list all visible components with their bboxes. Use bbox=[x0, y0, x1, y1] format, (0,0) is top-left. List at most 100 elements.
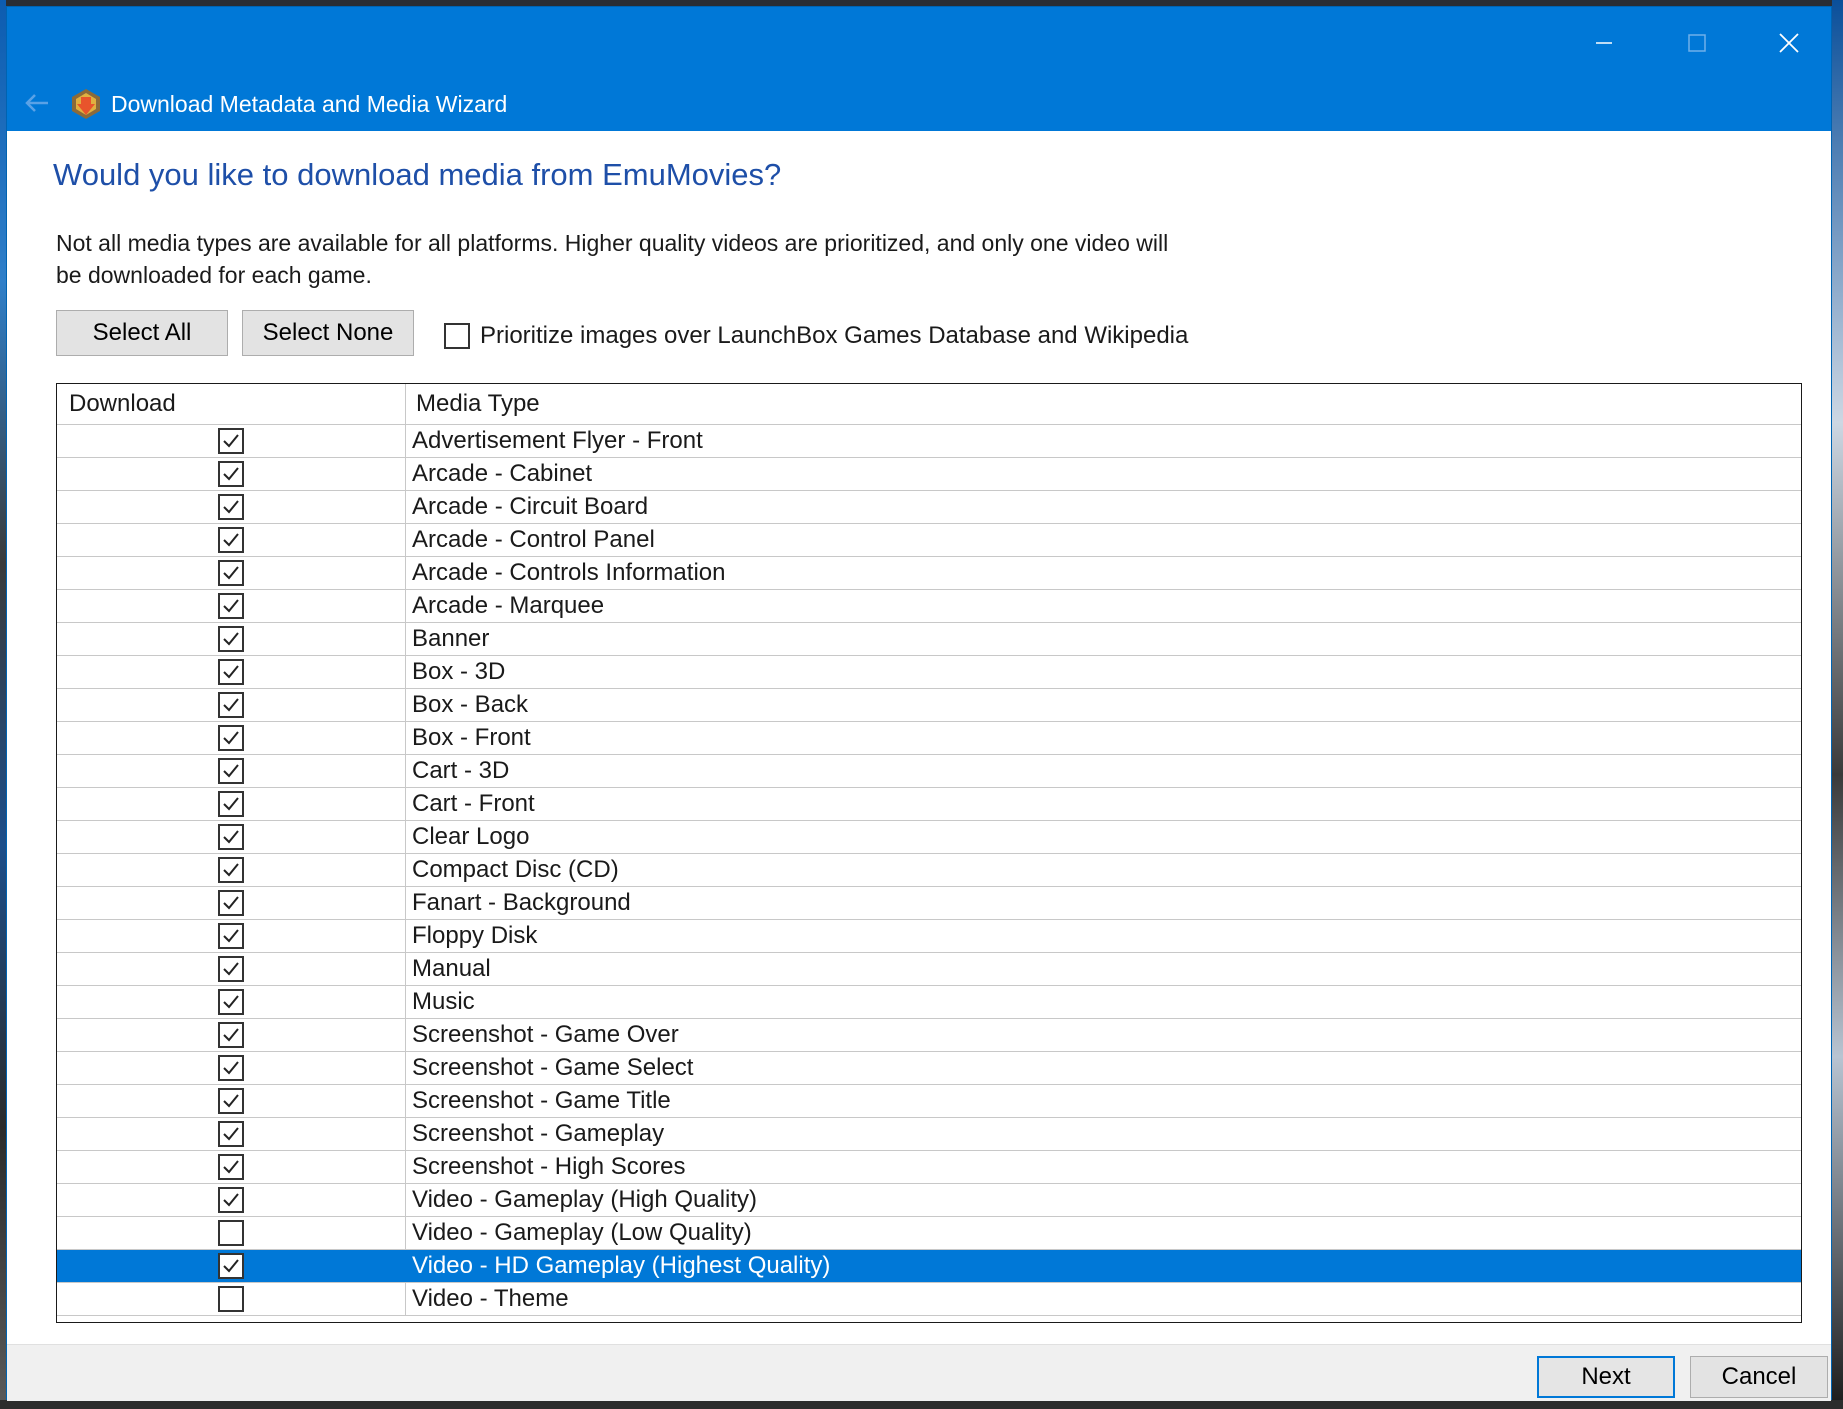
checkmark-icon bbox=[223, 698, 239, 712]
download-checkbox[interactable] bbox=[218, 758, 244, 784]
close-button[interactable] bbox=[1753, 17, 1825, 69]
table-row[interactable]: Video - Theme bbox=[57, 1283, 1801, 1316]
download-cell bbox=[57, 755, 406, 787]
select-all-button[interactable]: Select All bbox=[56, 310, 228, 356]
media-type-cell: Music bbox=[412, 988, 475, 1015]
table-row[interactable]: Arcade - Controls Information bbox=[57, 557, 1801, 590]
download-checkbox[interactable] bbox=[218, 1121, 244, 1147]
title-bar: Download Metadata and Media Wizard bbox=[7, 7, 1831, 131]
media-type-cell: Box - Back bbox=[412, 691, 529, 718]
table-row[interactable]: Box - Back bbox=[57, 689, 1801, 722]
table-row[interactable]: Cart - 3D bbox=[57, 755, 1801, 788]
table-row[interactable]: Video - Gameplay (Low Quality) bbox=[57, 1217, 1801, 1250]
media-type-cell: Floppy Disk bbox=[412, 922, 538, 949]
download-checkbox[interactable] bbox=[218, 857, 244, 883]
download-cell bbox=[57, 623, 406, 655]
table-row[interactable]: Compact Disc (CD) bbox=[57, 854, 1801, 887]
table-row[interactable]: Manual bbox=[57, 953, 1801, 986]
table-row[interactable]: Screenshot - High Scores bbox=[57, 1151, 1801, 1184]
select-none-button[interactable]: Select None bbox=[242, 310, 414, 356]
media-type-cell: Arcade - Control Panel bbox=[412, 526, 655, 553]
download-checkbox[interactable] bbox=[218, 923, 244, 949]
table-row[interactable]: Screenshot - Game Select bbox=[57, 1052, 1801, 1085]
cancel-button[interactable]: Cancel bbox=[1690, 1356, 1828, 1398]
download-checkbox[interactable] bbox=[218, 494, 244, 520]
media-type-grid[interactable]: Download Media Type Advertisement Flyer … bbox=[56, 383, 1802, 1323]
window-title: Download Metadata and Media Wizard bbox=[111, 91, 508, 117]
table-row[interactable]: Clear Logo bbox=[57, 821, 1801, 854]
next-button[interactable]: Next bbox=[1537, 1356, 1675, 1398]
download-checkbox[interactable] bbox=[218, 1187, 244, 1213]
prioritize-images-option[interactable]: Prioritize images over LaunchBox Games D… bbox=[444, 322, 1188, 350]
column-header-download[interactable]: Download bbox=[57, 384, 406, 424]
desktop-background-right bbox=[1832, 0, 1843, 1409]
download-checkbox[interactable] bbox=[218, 956, 244, 982]
maximize-button[interactable] bbox=[1661, 17, 1733, 69]
table-row[interactable]: Advertisement Flyer - Front bbox=[57, 425, 1801, 458]
download-cell bbox=[57, 788, 406, 820]
download-checkbox[interactable] bbox=[218, 1286, 244, 1312]
download-checkbox[interactable] bbox=[218, 692, 244, 718]
column-header-media-type[interactable]: Media Type bbox=[406, 384, 1801, 424]
media-type-cell: Box - Front bbox=[412, 724, 531, 751]
table-row[interactable]: Arcade - Marquee bbox=[57, 590, 1801, 623]
download-checkbox[interactable] bbox=[218, 461, 244, 487]
prioritize-images-checkbox[interactable] bbox=[444, 323, 470, 349]
table-row[interactable]: Video - Gameplay (High Quality) bbox=[57, 1184, 1801, 1217]
download-checkbox[interactable] bbox=[218, 428, 244, 454]
media-type-cell: Cart - 3D bbox=[412, 757, 510, 784]
download-checkbox[interactable] bbox=[218, 824, 244, 850]
download-checkbox[interactable] bbox=[218, 659, 244, 685]
checkmark-icon bbox=[223, 1259, 239, 1273]
download-cell bbox=[57, 1019, 406, 1051]
table-row[interactable]: Fanart - Background bbox=[57, 887, 1801, 920]
table-row[interactable]: Video - HD Gameplay (Highest Quality) bbox=[57, 1250, 1801, 1283]
checkmark-icon bbox=[223, 830, 239, 844]
download-checkbox[interactable] bbox=[218, 1088, 244, 1114]
media-type-cell: Video - Theme bbox=[412, 1285, 569, 1312]
table-row[interactable]: Screenshot - Game Title bbox=[57, 1085, 1801, 1118]
download-checkbox[interactable] bbox=[218, 890, 244, 916]
table-row[interactable]: Arcade - Circuit Board bbox=[57, 491, 1801, 524]
download-checkbox[interactable] bbox=[218, 1154, 244, 1180]
download-cell bbox=[57, 953, 406, 985]
download-checkbox[interactable] bbox=[218, 593, 244, 619]
launchbox-app-icon bbox=[72, 89, 100, 119]
download-checkbox[interactable] bbox=[218, 1055, 244, 1081]
table-row[interactable]: Cart - Front bbox=[57, 788, 1801, 821]
download-cell bbox=[57, 425, 406, 457]
checkmark-icon bbox=[223, 599, 239, 613]
download-checkbox[interactable] bbox=[218, 989, 244, 1015]
checkmark-icon bbox=[223, 665, 239, 679]
media-type-cell: Screenshot - Game Select bbox=[412, 1054, 694, 1081]
back-button[interactable] bbox=[19, 85, 55, 121]
table-row[interactable]: Screenshot - Gameplay bbox=[57, 1118, 1801, 1151]
table-row[interactable]: Box - 3D bbox=[57, 656, 1801, 689]
media-type-cell: Fanart - Background bbox=[412, 889, 631, 916]
media-type-cell: Banner bbox=[412, 625, 490, 652]
download-cell bbox=[57, 557, 406, 589]
table-row[interactable]: Banner bbox=[57, 623, 1801, 656]
table-row[interactable]: Arcade - Cabinet bbox=[57, 458, 1801, 491]
checkmark-icon bbox=[223, 566, 239, 580]
download-checkbox[interactable] bbox=[218, 725, 244, 751]
download-checkbox[interactable] bbox=[218, 560, 244, 586]
media-type-cell: Box - 3D bbox=[412, 658, 506, 685]
media-type-cell: Video - Gameplay (High Quality) bbox=[412, 1186, 758, 1213]
table-row[interactable]: Music bbox=[57, 986, 1801, 1019]
download-checkbox[interactable] bbox=[218, 1022, 244, 1048]
checkmark-icon bbox=[223, 1094, 239, 1108]
table-row[interactable]: Box - Front bbox=[57, 722, 1801, 755]
download-checkbox[interactable] bbox=[218, 626, 244, 652]
download-checkbox[interactable] bbox=[218, 1220, 244, 1246]
table-row[interactable]: Screenshot - Game Over bbox=[57, 1019, 1801, 1052]
download-checkbox[interactable] bbox=[218, 527, 244, 553]
table-row[interactable]: Floppy Disk bbox=[57, 920, 1801, 953]
table-row[interactable]: Arcade - Control Panel bbox=[57, 524, 1801, 557]
download-checkbox[interactable] bbox=[218, 1253, 244, 1279]
media-type-cell: Compact Disc (CD) bbox=[412, 856, 619, 883]
checkmark-icon bbox=[223, 1193, 239, 1207]
download-checkbox[interactable] bbox=[218, 791, 244, 817]
minimize-button[interactable] bbox=[1568, 17, 1640, 69]
checkmark-icon bbox=[223, 467, 239, 481]
